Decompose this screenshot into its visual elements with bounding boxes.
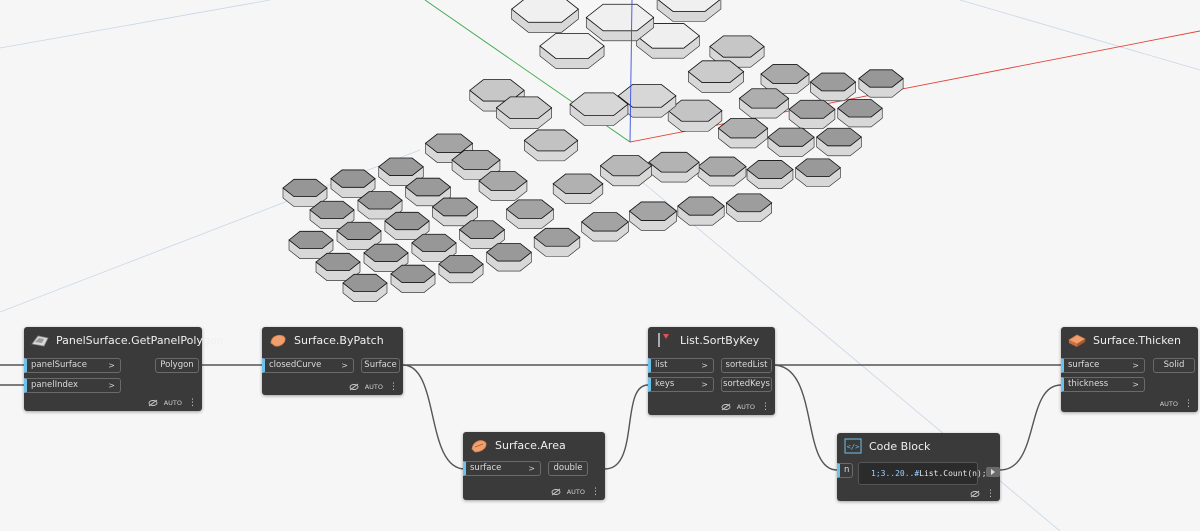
chevron-right-icon: >	[701, 361, 708, 370]
lacing-label[interactable]: AUTO	[1160, 400, 1178, 408]
node-surface-bypatch[interactable]: Surface.ByPatch closedCurve > Surface AUT…	[262, 327, 403, 395]
eye-off-icon[interactable]	[721, 403, 731, 411]
node-footer: AUTO ⋮	[349, 383, 398, 392]
code-expression: List.Count(n);	[919, 469, 987, 478]
port-label: list	[655, 360, 668, 370]
eye-off-icon[interactable]	[148, 399, 158, 407]
node-header[interactable]: PanelSurface.GetPanelPolygon	[24, 327, 224, 353]
input-port-n[interactable]: n	[837, 463, 853, 478]
node-header[interactable]: </> Code Block	[837, 433, 1000, 459]
sort-icon	[658, 333, 669, 347]
node-title: Surface.ByPatch	[294, 333, 384, 347]
lacing-label[interactable]: AUTO	[365, 383, 383, 391]
node-footer: AUTO ⋮	[148, 399, 197, 408]
port-label: panelSurface	[31, 360, 87, 370]
chevron-right-icon: >	[108, 381, 115, 390]
input-port-list[interactable]: list >	[648, 358, 714, 373]
panel-polygon-icon	[31, 335, 49, 347]
port-label: keys	[655, 379, 675, 389]
chevron-right-icon: >	[1132, 380, 1139, 389]
port-label: thickness	[1068, 379, 1109, 389]
node-footer: AUTO ⋮	[1160, 400, 1193, 409]
node-code-block[interactable]: </> Code Block n 1;3..20..#List.Count(n)…	[837, 433, 1000, 501]
node-footer: ⋮	[970, 490, 995, 499]
thicken-icon	[1068, 334, 1086, 347]
chevron-right-icon: >	[341, 361, 348, 370]
node-title: Surface.Area	[495, 438, 566, 452]
eye-off-icon[interactable]	[349, 383, 359, 391]
node-surface-thicken[interactable]: Surface.Thicken surface > thickness > Soli…	[1061, 327, 1198, 412]
input-port-surface[interactable]: surface >	[463, 461, 541, 476]
eye-off-icon[interactable]	[551, 488, 561, 496]
lacing-label[interactable]: AUTO	[567, 488, 585, 496]
input-port-thickness[interactable]: thickness >	[1061, 377, 1145, 392]
output-port-polygon[interactable]: Polygon	[155, 358, 199, 373]
code-numbers: 1;3..20..#	[871, 469, 920, 478]
surface-area-icon	[471, 440, 487, 453]
chevron-right-icon: >	[701, 380, 708, 389]
output-port-solid[interactable]: Solid	[1153, 358, 1195, 373]
output-port-code[interactable]	[986, 467, 1000, 477]
svg-text:</>: </>	[847, 443, 860, 451]
dots-icon[interactable]: ⋮	[1184, 400, 1193, 409]
node-title: Code Block	[869, 439, 931, 453]
dots-icon[interactable]: ⋮	[986, 490, 995, 499]
surface-patch-icon	[270, 334, 286, 347]
node-title: PanelSurface.GetPanelPolygon	[56, 333, 224, 347]
chevron-right-icon: >	[1132, 361, 1139, 370]
hexagonal-panel-geometry	[282, 0, 904, 302]
output-port-double[interactable]: double	[548, 461, 588, 476]
dots-icon[interactable]: ⋮	[389, 383, 398, 392]
output-port-surface[interactable]: Surface	[361, 358, 400, 373]
port-label: n	[844, 465, 850, 475]
node-header[interactable]: Surface.ByPatch	[262, 327, 403, 353]
input-port-surface[interactable]: surface >	[1061, 358, 1145, 373]
dots-icon[interactable]: ⋮	[591, 488, 600, 497]
port-label: closedCurve	[269, 360, 322, 370]
lacing-label[interactable]: AUTO	[737, 403, 755, 411]
node-list-sortbykey[interactable]: List.SortByKey list > keys > sortedList so…	[648, 327, 775, 415]
port-label: panelIndex	[31, 380, 78, 390]
node-header[interactable]: Surface.Area	[463, 432, 605, 458]
dots-icon[interactable]: ⋮	[188, 399, 197, 408]
node-header[interactable]: Surface.Thicken	[1061, 327, 1198, 353]
port-label: surface	[1068, 360, 1100, 370]
node-surface-area[interactable]: Surface.Area surface > double AUTO ⋮	[463, 432, 605, 500]
chevron-right-icon: >	[108, 361, 115, 370]
lacing-label[interactable]: AUTO	[164, 399, 182, 407]
input-port-closedcurve[interactable]: closedCurve >	[262, 358, 354, 373]
input-port-keys[interactable]: keys >	[648, 377, 714, 392]
port-label: surface	[470, 463, 502, 473]
dots-icon[interactable]: ⋮	[761, 403, 770, 412]
node-title: Surface.Thicken	[1093, 333, 1181, 347]
node-title: List.SortByKey	[680, 333, 760, 347]
code-editor[interactable]: 1;3..20..#List.Count(n);	[858, 462, 987, 485]
node-header[interactable]: List.SortByKey	[648, 327, 775, 353]
node-footer: AUTO ⋮	[551, 488, 600, 497]
input-port-panelsurface[interactable]: panelSurface >	[24, 358, 121, 373]
node-panelsurface-getpanelpolygon[interactable]: PanelSurface.GetPanelPolygon panelSurfac…	[24, 327, 224, 411]
node-footer: AUTO ⋮	[721, 403, 770, 412]
code-icon: </>	[844, 438, 862, 454]
eye-off-icon[interactable]	[970, 490, 980, 498]
output-port-sortedlist[interactable]: sortedList	[721, 358, 772, 373]
output-port-sortedkeys[interactable]: sortedKeys	[721, 377, 772, 392]
chevron-right-icon: >	[528, 464, 535, 473]
input-port-panelindex[interactable]: panelIndex >	[24, 378, 121, 393]
